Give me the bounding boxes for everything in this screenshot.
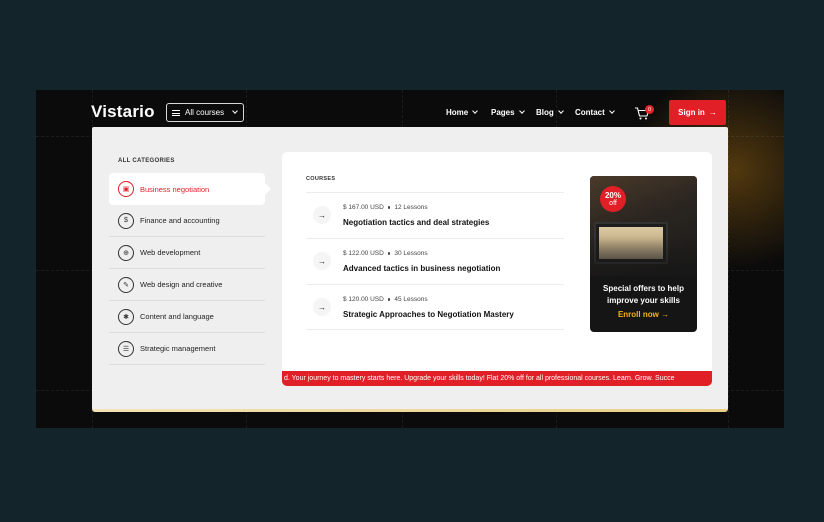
discount-percent: 20%: [604, 190, 621, 200]
all-courses-button[interactable]: All courses: [166, 103, 244, 122]
grid-line: [728, 90, 729, 428]
separator-dot: [387, 206, 391, 209]
course-title[interactable]: Negotiation tactics and deal strategies: [343, 218, 489, 227]
design-icon: ✎: [118, 276, 134, 293]
separator-dot: [387, 252, 391, 255]
arrow-right-icon: →: [313, 298, 331, 316]
discount-off: off: [609, 199, 617, 207]
course-title[interactable]: Strategic Approaches to Negotiation Mast…: [343, 310, 514, 319]
arrow-right-icon: →: [313, 206, 331, 224]
promo-card[interactable]: 20% off Special offers to help improve y…: [590, 176, 697, 332]
nav-home[interactable]: Home: [446, 108, 479, 117]
arrow-right-icon: →: [661, 310, 670, 319]
course-price: $ 167.00 USD: [343, 204, 384, 211]
category-label: Strategic management: [140, 344, 216, 353]
course-title[interactable]: Advanced tactics in business negotiation: [343, 264, 500, 273]
cart-count-badge: 0: [645, 105, 654, 114]
chevron-down-icon: [472, 108, 479, 114]
course-item[interactable]: → $ 167.00 USD 12 Lessons Negotiation ta…: [306, 192, 564, 238]
course-meta: $ 122.00 USD 30 Lessons: [343, 250, 428, 257]
menu-icon: [172, 109, 180, 116]
categories-heading: ALL CATEGORIES: [118, 158, 175, 164]
chevron-down-icon: [518, 108, 525, 114]
course-lessons: 30 Lessons: [394, 250, 428, 257]
category-finance-accounting[interactable]: $ Finance and accounting: [109, 205, 265, 237]
course-price: $ 120.00 USD: [343, 296, 384, 303]
all-courses-label: All courses: [185, 108, 225, 117]
briefcase-icon: ▣: [118, 181, 134, 197]
nav-home-label: Home: [446, 108, 469, 117]
category-label: Business negotiation: [140, 184, 210, 194]
category-label: Content and language: [140, 312, 214, 321]
panel-bottom-accent: [92, 409, 728, 412]
course-meta: $ 167.00 USD 12 Lessons: [343, 204, 428, 211]
category-web-design[interactable]: ✎ Web design and creative: [109, 269, 265, 301]
category-strategic-management[interactable]: ☰ Strategic management: [109, 333, 265, 365]
separator-dot: [387, 298, 391, 301]
course-lessons: 12 Lessons: [394, 204, 428, 211]
course-price: $ 122.00 USD: [343, 250, 384, 257]
nav-blog[interactable]: Blog: [536, 108, 564, 117]
category-label: Finance and accounting: [140, 216, 220, 225]
nav-contact[interactable]: Contact: [575, 108, 615, 117]
sign-in-label: Sign in: [678, 108, 705, 117]
category-label: Web development: [140, 248, 201, 257]
promo-ticker: d. Your journey to mastery starts here. …: [282, 371, 712, 386]
promo-text: Special offers to help improve your skil…: [603, 284, 684, 305]
sign-in-button[interactable]: Sign in →: [669, 100, 726, 125]
enroll-now-label: Enroll now: [617, 310, 659, 319]
strategy-icon: ☰: [118, 340, 134, 357]
courses-dropdown: ALL CATEGORIES ▣ Business negotiation $ …: [92, 127, 728, 410]
enroll-now-link[interactable]: Enroll now →: [590, 310, 697, 319]
course-meta: $ 120.00 USD 45 Lessons: [343, 296, 428, 303]
finance-icon: $: [118, 212, 134, 229]
discount-badge: 20% off: [600, 186, 626, 212]
arrow-right-icon: →: [708, 108, 717, 117]
chevron-down-icon: [557, 108, 564, 114]
globe-icon: ⊕: [118, 244, 134, 261]
category-business-negotiation[interactable]: ▣ Business negotiation: [109, 173, 271, 205]
nav-pages[interactable]: Pages: [491, 108, 525, 117]
nav-blog-label: Blog: [536, 108, 554, 117]
course-lessons: 45 Lessons: [394, 296, 428, 303]
courses-heading: COURSES: [306, 176, 336, 182]
category-content-language[interactable]: ✱ Content and language: [109, 301, 265, 333]
course-item[interactable]: → $ 122.00 USD 30 Lessons Advanced tacti…: [306, 238, 564, 284]
courses-panel: COURSES → $ 167.00 USD 12 Lessons Negoti…: [282, 152, 712, 386]
chevron-down-icon: [608, 108, 615, 114]
language-icon: ✱: [118, 308, 134, 325]
arrow-right-icon: →: [313, 252, 331, 270]
category-label: Web design and creative: [140, 280, 223, 289]
nav-pages-label: Pages: [491, 108, 515, 117]
site-logo[interactable]: Vistario: [91, 102, 155, 122]
nav-contact-label: Contact: [575, 108, 605, 117]
chevron-down-icon: [232, 108, 238, 114]
category-web-development[interactable]: ⊕ Web development: [109, 237, 265, 269]
course-item[interactable]: → $ 120.00 USD 45 Lessons Strategic Appr…: [306, 284, 564, 330]
